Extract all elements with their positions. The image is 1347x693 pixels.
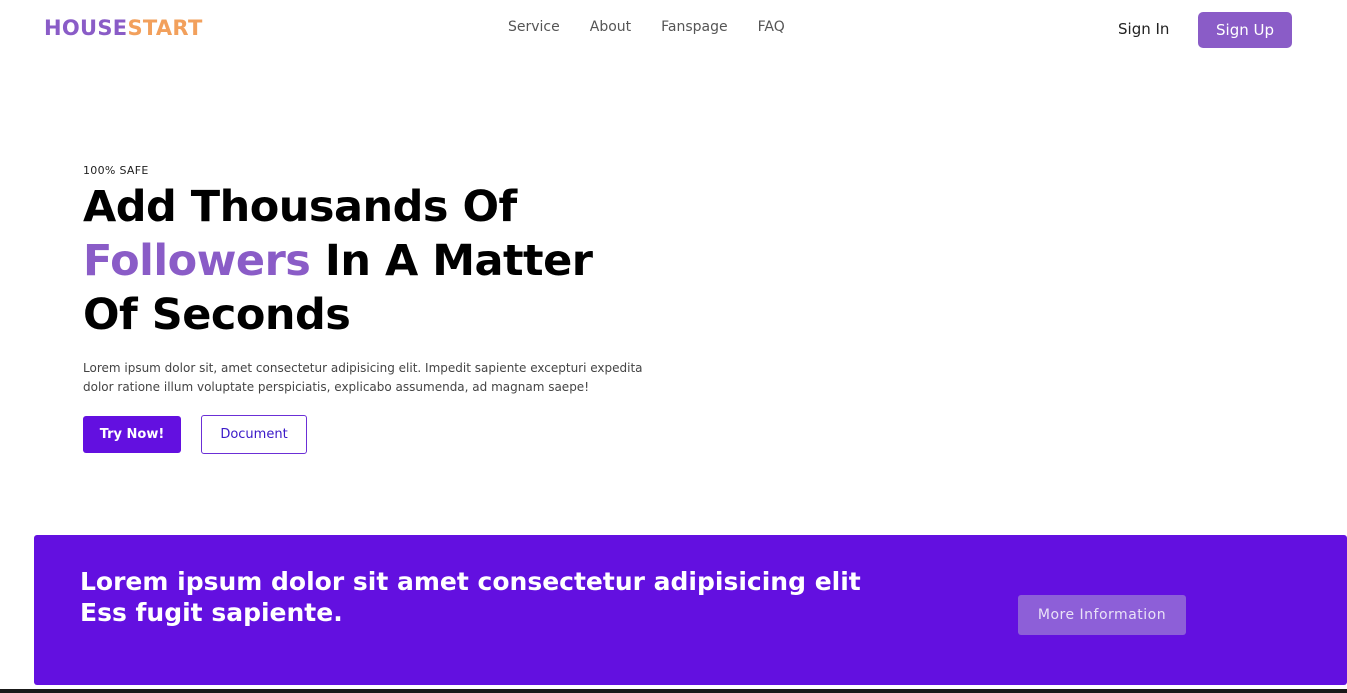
hero-description: Lorem ipsum dolor sit, amet consectetur … [83,361,643,394]
headline-line1: Add Thousands Of [83,182,517,232]
headline-line2: In A Matter [310,236,593,286]
logo-part-house: HOUSE [44,16,128,40]
headline-line3: Of Seconds [83,290,351,340]
nav-fanspage[interactable]: Fanspage [661,19,727,35]
nav-about[interactable]: About [590,19,631,35]
main-nav: Service About Fanspage FAQ [508,19,815,35]
sign-in-link[interactable]: Sign In [1118,20,1169,38]
more-information-button[interactable]: More Information [1018,595,1186,635]
cta-banner: Lorem ipsum dolor sit amet consectetur a… [34,535,1347,685]
logo[interactable]: HOUSESTART [44,16,203,40]
bottom-divider [0,689,1347,693]
banner-line2: Ess fugit sapiente. [80,598,343,627]
nav-service[interactable]: Service [508,19,560,35]
nav-faq[interactable]: FAQ [758,19,785,35]
headline-accent: Followers [83,236,311,286]
hero-headline: Add Thousands Of Followers In A Matter O… [83,180,643,342]
banner-line1: Lorem ipsum dolor sit amet consectetur a… [80,567,861,596]
banner-heading: Lorem ipsum dolor sit amet consectetur a… [80,566,880,628]
sign-up-button[interactable]: Sign Up [1198,12,1292,48]
try-now-button[interactable]: Try Now! [83,416,181,453]
document-button[interactable]: Document [201,415,307,454]
logo-part-start: START [127,16,203,40]
hero-eyebrow: 100% SAFE [83,164,149,177]
landing-page: HOUSESTART Service About Fanspage FAQ Si… [0,0,1347,693]
